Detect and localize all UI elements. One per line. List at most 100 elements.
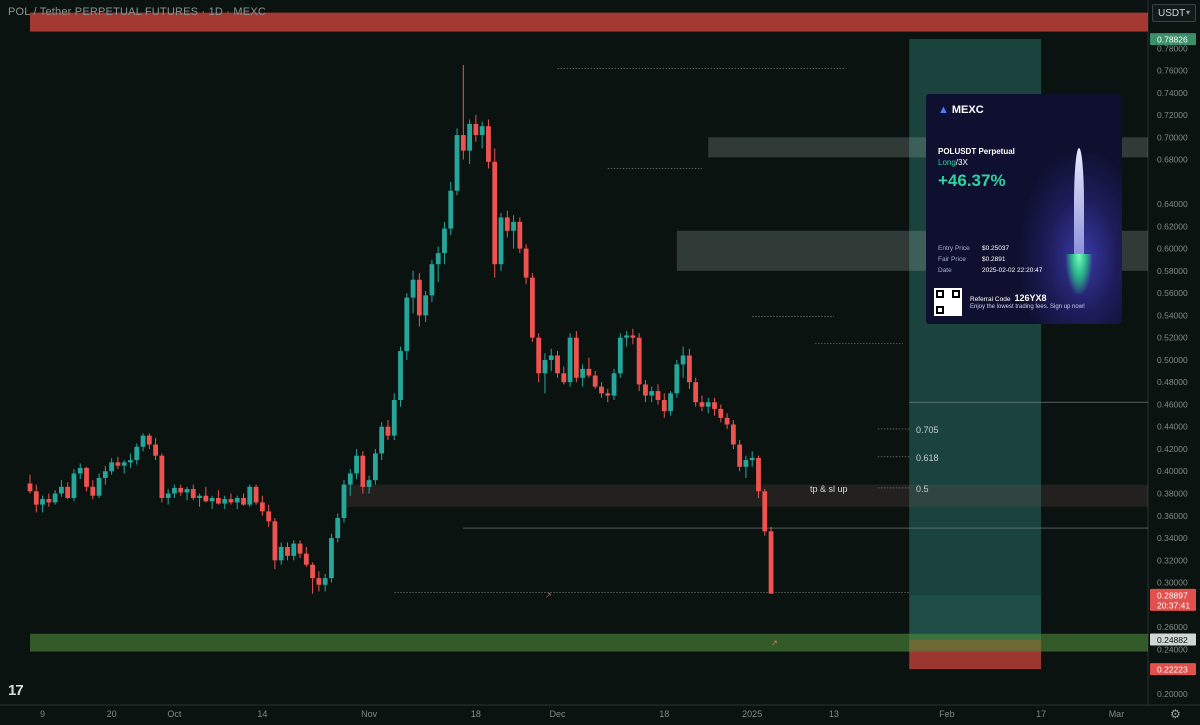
candle-body: [285, 546, 290, 556]
candle-body: [573, 337, 579, 378]
y-tick-label: 0.50000: [1157, 355, 1188, 365]
y-tick-label: 0.36000: [1157, 511, 1188, 521]
candle-body: [655, 391, 661, 401]
candle-body: [460, 135, 466, 151]
card-pair: POLUSDT Perpetual: [938, 147, 1015, 156]
fib-level-label: 0.705: [916, 425, 939, 435]
x-tick-label: Dec: [550, 709, 567, 719]
rocket-icon: [1074, 148, 1084, 258]
candle-body: [504, 217, 510, 231]
candle-body: [203, 495, 209, 502]
candle-body: [486, 126, 491, 162]
annotation-label: tp & sl up: [810, 484, 848, 494]
candle-body: [209, 497, 215, 502]
candle-body: [724, 417, 730, 425]
candle-body: [90, 486, 96, 496]
candle-body: [391, 400, 397, 436]
candle-body: [548, 355, 554, 360]
candle-body: [473, 123, 479, 136]
candle-body: [749, 457, 755, 461]
price-tag-label: 20:37:41: [1157, 600, 1190, 610]
y-tick-label: 0.72000: [1157, 110, 1188, 120]
candle-body: [617, 337, 623, 374]
candle-body: [448, 190, 454, 229]
candle-body: [140, 435, 146, 447]
candle-body: [416, 279, 422, 316]
candle-body: [712, 402, 717, 409]
y-tick-label: 0.58000: [1157, 266, 1188, 276]
candle-body: [611, 373, 617, 396]
date-row: Date 2025-02-02 22:20:47: [938, 267, 1043, 274]
candle-body: [247, 486, 253, 505]
candle-body: [542, 359, 548, 374]
candle-body: [297, 543, 303, 554]
candle-body: [354, 455, 359, 474]
candle-body: [228, 499, 234, 503]
candle-body: [687, 355, 692, 383]
candle-body: [115, 462, 121, 466]
card-pnl: +46.37%: [938, 171, 1006, 190]
candle-body: [259, 502, 265, 512]
candle-body: [128, 460, 133, 463]
candle-body: [404, 297, 410, 352]
candle-body: [599, 386, 604, 394]
x-tick-label: 2025: [742, 709, 762, 719]
candle-body: [316, 578, 322, 585]
y-tick-label: 0.40000: [1157, 466, 1188, 476]
y-tick-label: 0.42000: [1157, 444, 1188, 454]
x-tick-label: Mar: [1109, 709, 1125, 719]
y-tick-label: 0.76000: [1157, 66, 1188, 76]
candle-body: [121, 462, 127, 466]
candle-body: [410, 279, 416, 298]
y-tick-label: 0.62000: [1157, 221, 1188, 231]
candle-body: [172, 487, 177, 494]
x-tick-label: Oct: [167, 709, 182, 719]
candle-body: [146, 435, 152, 445]
candle-body: [661, 400, 667, 412]
candle-body: [347, 473, 353, 485]
candle-body: [190, 489, 196, 498]
y-tick-label: 0.38000: [1157, 489, 1188, 499]
candle-body: [59, 486, 64, 494]
gear-icon[interactable]: ⚙: [1170, 707, 1181, 721]
candle-body: [27, 483, 33, 492]
candle-body: [77, 467, 83, 474]
position-entry-zone: [909, 594, 1042, 640]
candle-body: [718, 408, 724, 418]
candle-body: [643, 384, 648, 396]
mexc-pnl-card: ▲ MEXC POLUSDT Perpetual Long/3X +46.37% …: [926, 94, 1122, 324]
entry-price-row: Entry Price $0.25037: [938, 245, 1010, 252]
candle-body: [693, 382, 699, 403]
chevron-down-icon: ▾: [1185, 8, 1190, 17]
candle-body: [310, 564, 315, 579]
fib-level-label: 0.618: [916, 453, 939, 463]
zone-mid-zone: [344, 484, 1148, 507]
mexc-logo: ▲ MEXC: [938, 104, 984, 116]
candle-body: [241, 497, 246, 505]
candle-body: [429, 264, 435, 296]
qr-code-icon: [934, 288, 962, 316]
fib-level-label: 0.5: [916, 484, 929, 494]
price-tag-label: 0.22223: [1157, 665, 1188, 675]
currency-select[interactable]: USDT ▾: [1152, 4, 1196, 22]
candle-body: [341, 484, 347, 518]
candle-body: [555, 355, 560, 374]
y-tick-label: 0.24000: [1157, 644, 1188, 654]
candle-body: [492, 161, 498, 265]
candle-body: [517, 221, 523, 249]
candle-body: [335, 517, 341, 539]
y-tick-label: 0.34000: [1157, 533, 1188, 543]
y-tick-label: 0.30000: [1157, 578, 1188, 588]
candle-body: [379, 426, 385, 454]
candle-body: [668, 393, 673, 412]
candle-body: [360, 455, 366, 487]
candle-body: [768, 531, 774, 594]
arrow-icon: ↗: [771, 639, 778, 648]
candle-body: [649, 391, 655, 396]
candle-body: [159, 455, 165, 498]
candle-body: [479, 126, 485, 136]
fair-price-row: Fair Price $0.2891: [938, 256, 1006, 263]
y-tick-label: 0.60000: [1157, 244, 1188, 254]
candle-body: [435, 253, 441, 265]
candle-body: [636, 337, 642, 385]
